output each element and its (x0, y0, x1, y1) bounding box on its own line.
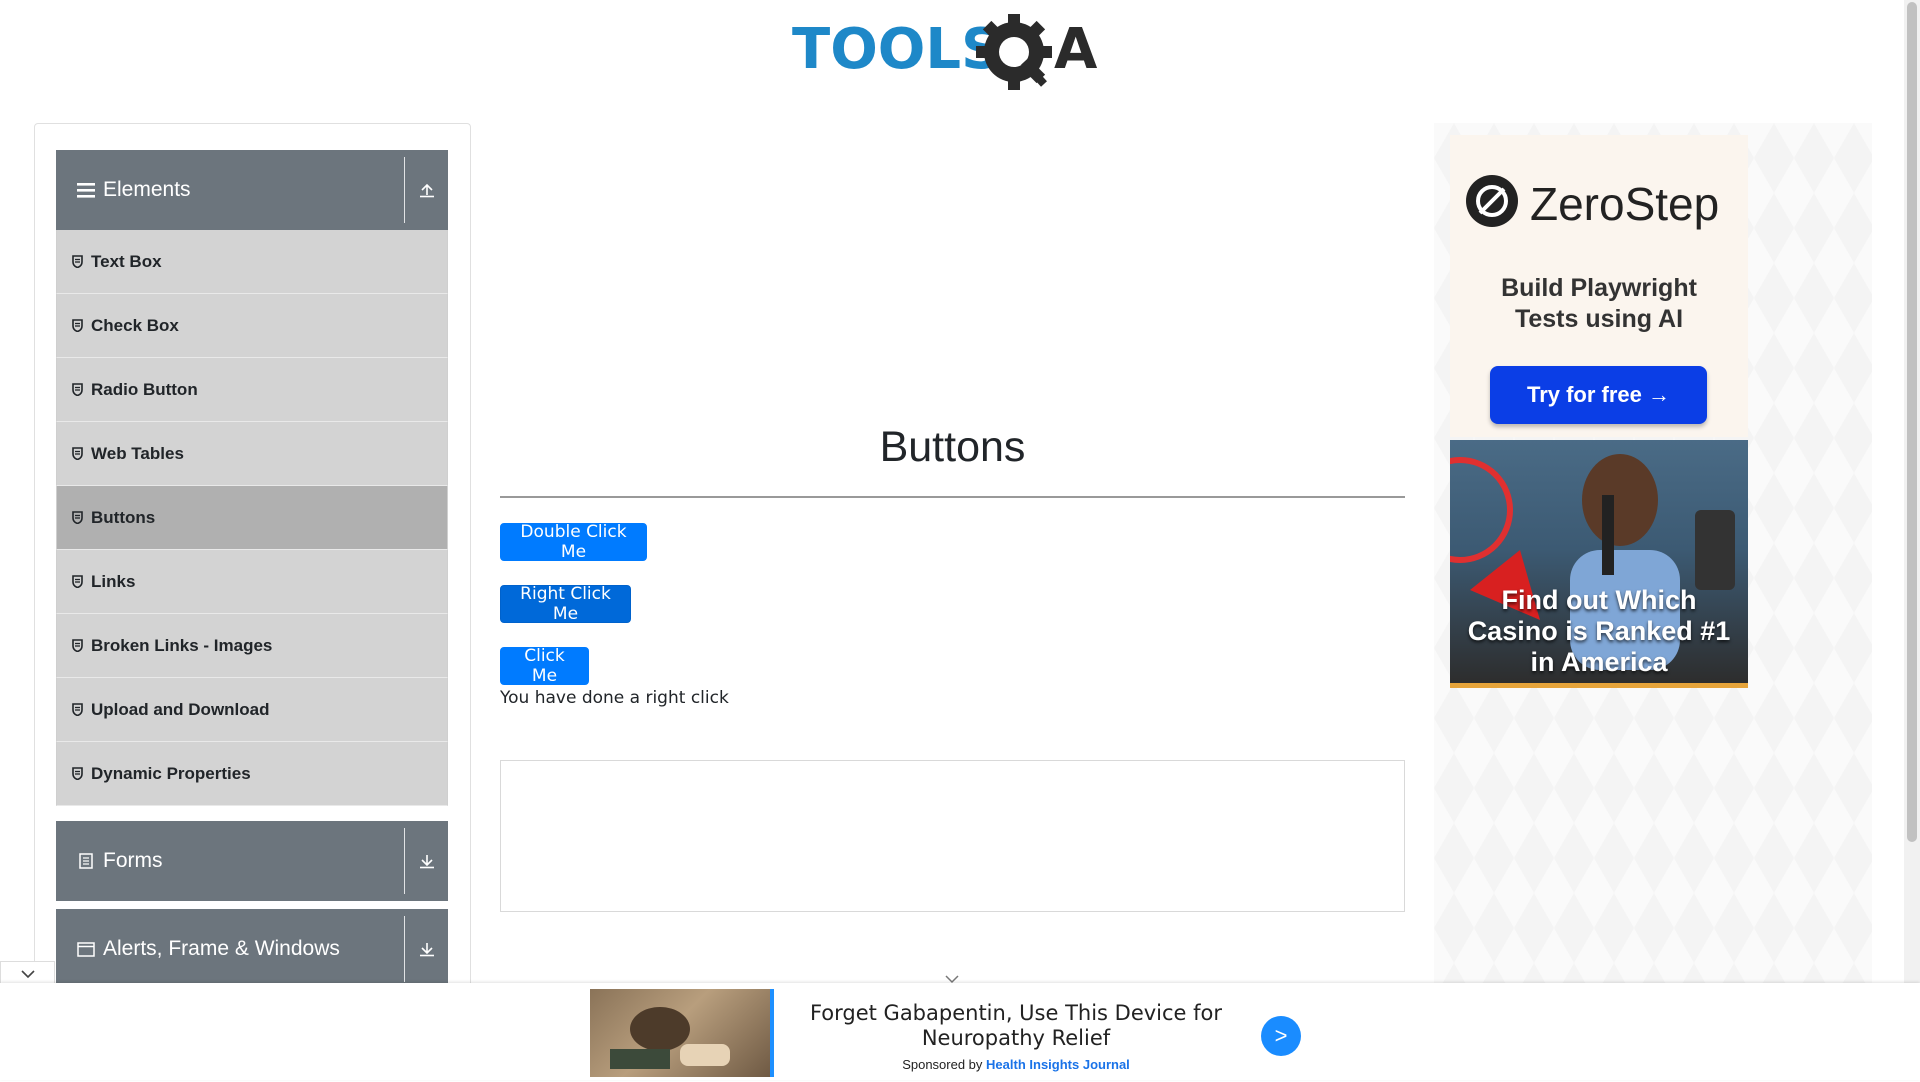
sponsored-prefix: Sponsored by (902, 1057, 983, 1072)
tagline-line-1: Build Playwright (1501, 274, 1697, 302)
menu-item-web-tables[interactable]: Web Tables (56, 422, 448, 486)
group-divider (404, 828, 405, 894)
menu-item-label: Text Box (91, 251, 162, 271)
casino-line-1: Find out Which (1501, 585, 1697, 615)
shield-icon (72, 382, 86, 398)
svg-text:A: A (1054, 17, 1098, 82)
shield-icon (72, 254, 86, 270)
menu-item-label: Links (91, 571, 136, 591)
group-header-elements[interactable]: Elements (56, 150, 448, 230)
logo-text-tools: TOOLS (792, 17, 1001, 82)
menu-item-label: Broken Links - Images (91, 635, 273, 655)
menu-item-radio-button[interactable]: Radio Button (56, 358, 448, 422)
shield-icon (72, 318, 86, 334)
shield-icon (72, 510, 86, 526)
menu-item-label: Radio Button (91, 379, 198, 399)
menu-item-broken-links[interactable]: Broken Links - Images (56, 614, 448, 678)
sponsor-link[interactable]: Health Insights Journal (986, 1057, 1130, 1072)
menu-item-links[interactable]: Links (56, 550, 448, 614)
casino-line-3: in America (1530, 647, 1668, 677)
shield-icon (72, 702, 86, 718)
hamburger-icon (74, 178, 98, 202)
ad-image (590, 989, 774, 1077)
scrollbar-thumb[interactable] (1907, 2, 1917, 842)
zerostep-brand: ZeroStep (1530, 178, 1720, 230)
ad-headline: Forget Gabapentin, Use This Device for N… (800, 1001, 1232, 1051)
title-divider (500, 496, 1405, 498)
page-title: Buttons (879, 423, 1026, 471)
menu-item-upload-download[interactable]: Upload and Download (56, 678, 448, 742)
menu-item-label: Dynamic Properties (91, 763, 251, 783)
menu-item-buttons[interactable]: Buttons (56, 486, 448, 550)
click-result-message: You have done a right click (500, 688, 729, 708)
zerostep-ad[interactable]: ZeroStep Build Playwright Tests using AI… (1450, 135, 1748, 437)
elements-menu: Text Box Check Box Radio Button Web Tabl… (56, 230, 448, 806)
shield-icon (72, 574, 86, 590)
group-divider (404, 916, 405, 982)
chevron-down-icon (20, 969, 35, 978)
double-click-button[interactable]: Double Click Me (500, 522, 647, 562)
ad-sponsor-line: Sponsored by Health Insights Journal (800, 1057, 1232, 1072)
shield-icon (72, 446, 86, 462)
page-scrollbar[interactable] (1904, 0, 1920, 985)
arrow-up-icon[interactable] (415, 178, 439, 202)
arrow-down-icon[interactable] (415, 937, 439, 961)
menu-item-dynamic-properties[interactable]: Dynamic Properties (56, 742, 448, 806)
group-label-elements: Elements (103, 178, 191, 201)
bottom-sticky-ad[interactable]: Forget Gabapentin, Use This Device for N… (0, 983, 1920, 1080)
zerostep-tagline: Build Playwright Tests using AI (1450, 273, 1748, 335)
left-panel: Elements Text Box Check Box Radio Button… (34, 123, 471, 1003)
casino-line-2: Casino is Ranked #1 (1467, 616, 1731, 646)
ad-headline-line-1: Forget Gabapentin, Use This Device for (809, 1001, 1223, 1025)
window-icon (74, 937, 98, 961)
group-divider (404, 157, 405, 223)
ad-collapse-button[interactable] (0, 961, 55, 985)
group-label-alerts: Alerts, Frame & Windows (103, 937, 340, 960)
try-for-free-button[interactable]: Try for free → (1490, 366, 1707, 424)
menu-item-label: Web Tables (91, 443, 184, 463)
casino-ad-text: Find out Which Casino is Ranked #1 in Am… (1450, 585, 1748, 678)
menu-item-text-box[interactable]: Text Box (56, 230, 448, 294)
group-header-alerts[interactable]: Alerts, Frame & Windows (56, 909, 448, 989)
click-me-button[interactable]: Click Me (500, 646, 589, 686)
document-icon (74, 849, 98, 873)
group-label-forms: Forms (103, 849, 163, 872)
menu-item-label: Check Box (91, 315, 179, 335)
ad-go-button[interactable]: > (1261, 1016, 1301, 1056)
tagline-line-2: Tests using AI (1514, 305, 1684, 333)
group-header-forms[interactable]: Forms (56, 821, 448, 901)
menu-item-label: Upload and Download (91, 699, 270, 719)
site-header: TOOLS A (0, 0, 1920, 105)
right-ad-column: ZeroStep Build Playwright Tests using AI… (1434, 123, 1872, 1003)
menu-item-label: Buttons (91, 507, 156, 527)
ad-placeholder (500, 760, 1405, 912)
toolsqa-logo[interactable]: TOOLS A (792, 14, 1116, 92)
casino-ad[interactable]: Find out Which Casino is Ranked #1 in Am… (1450, 440, 1748, 688)
menu-item-check-box[interactable]: Check Box (56, 294, 448, 358)
right-click-button[interactable]: Right Click Me (500, 584, 631, 624)
zerostep-logo-icon (1466, 175, 1518, 227)
ad-headline-line-2: Neuropathy Relief (921, 1026, 1111, 1050)
shield-icon (72, 638, 86, 654)
arrow-down-icon[interactable] (415, 849, 439, 873)
shield-icon (72, 766, 86, 782)
